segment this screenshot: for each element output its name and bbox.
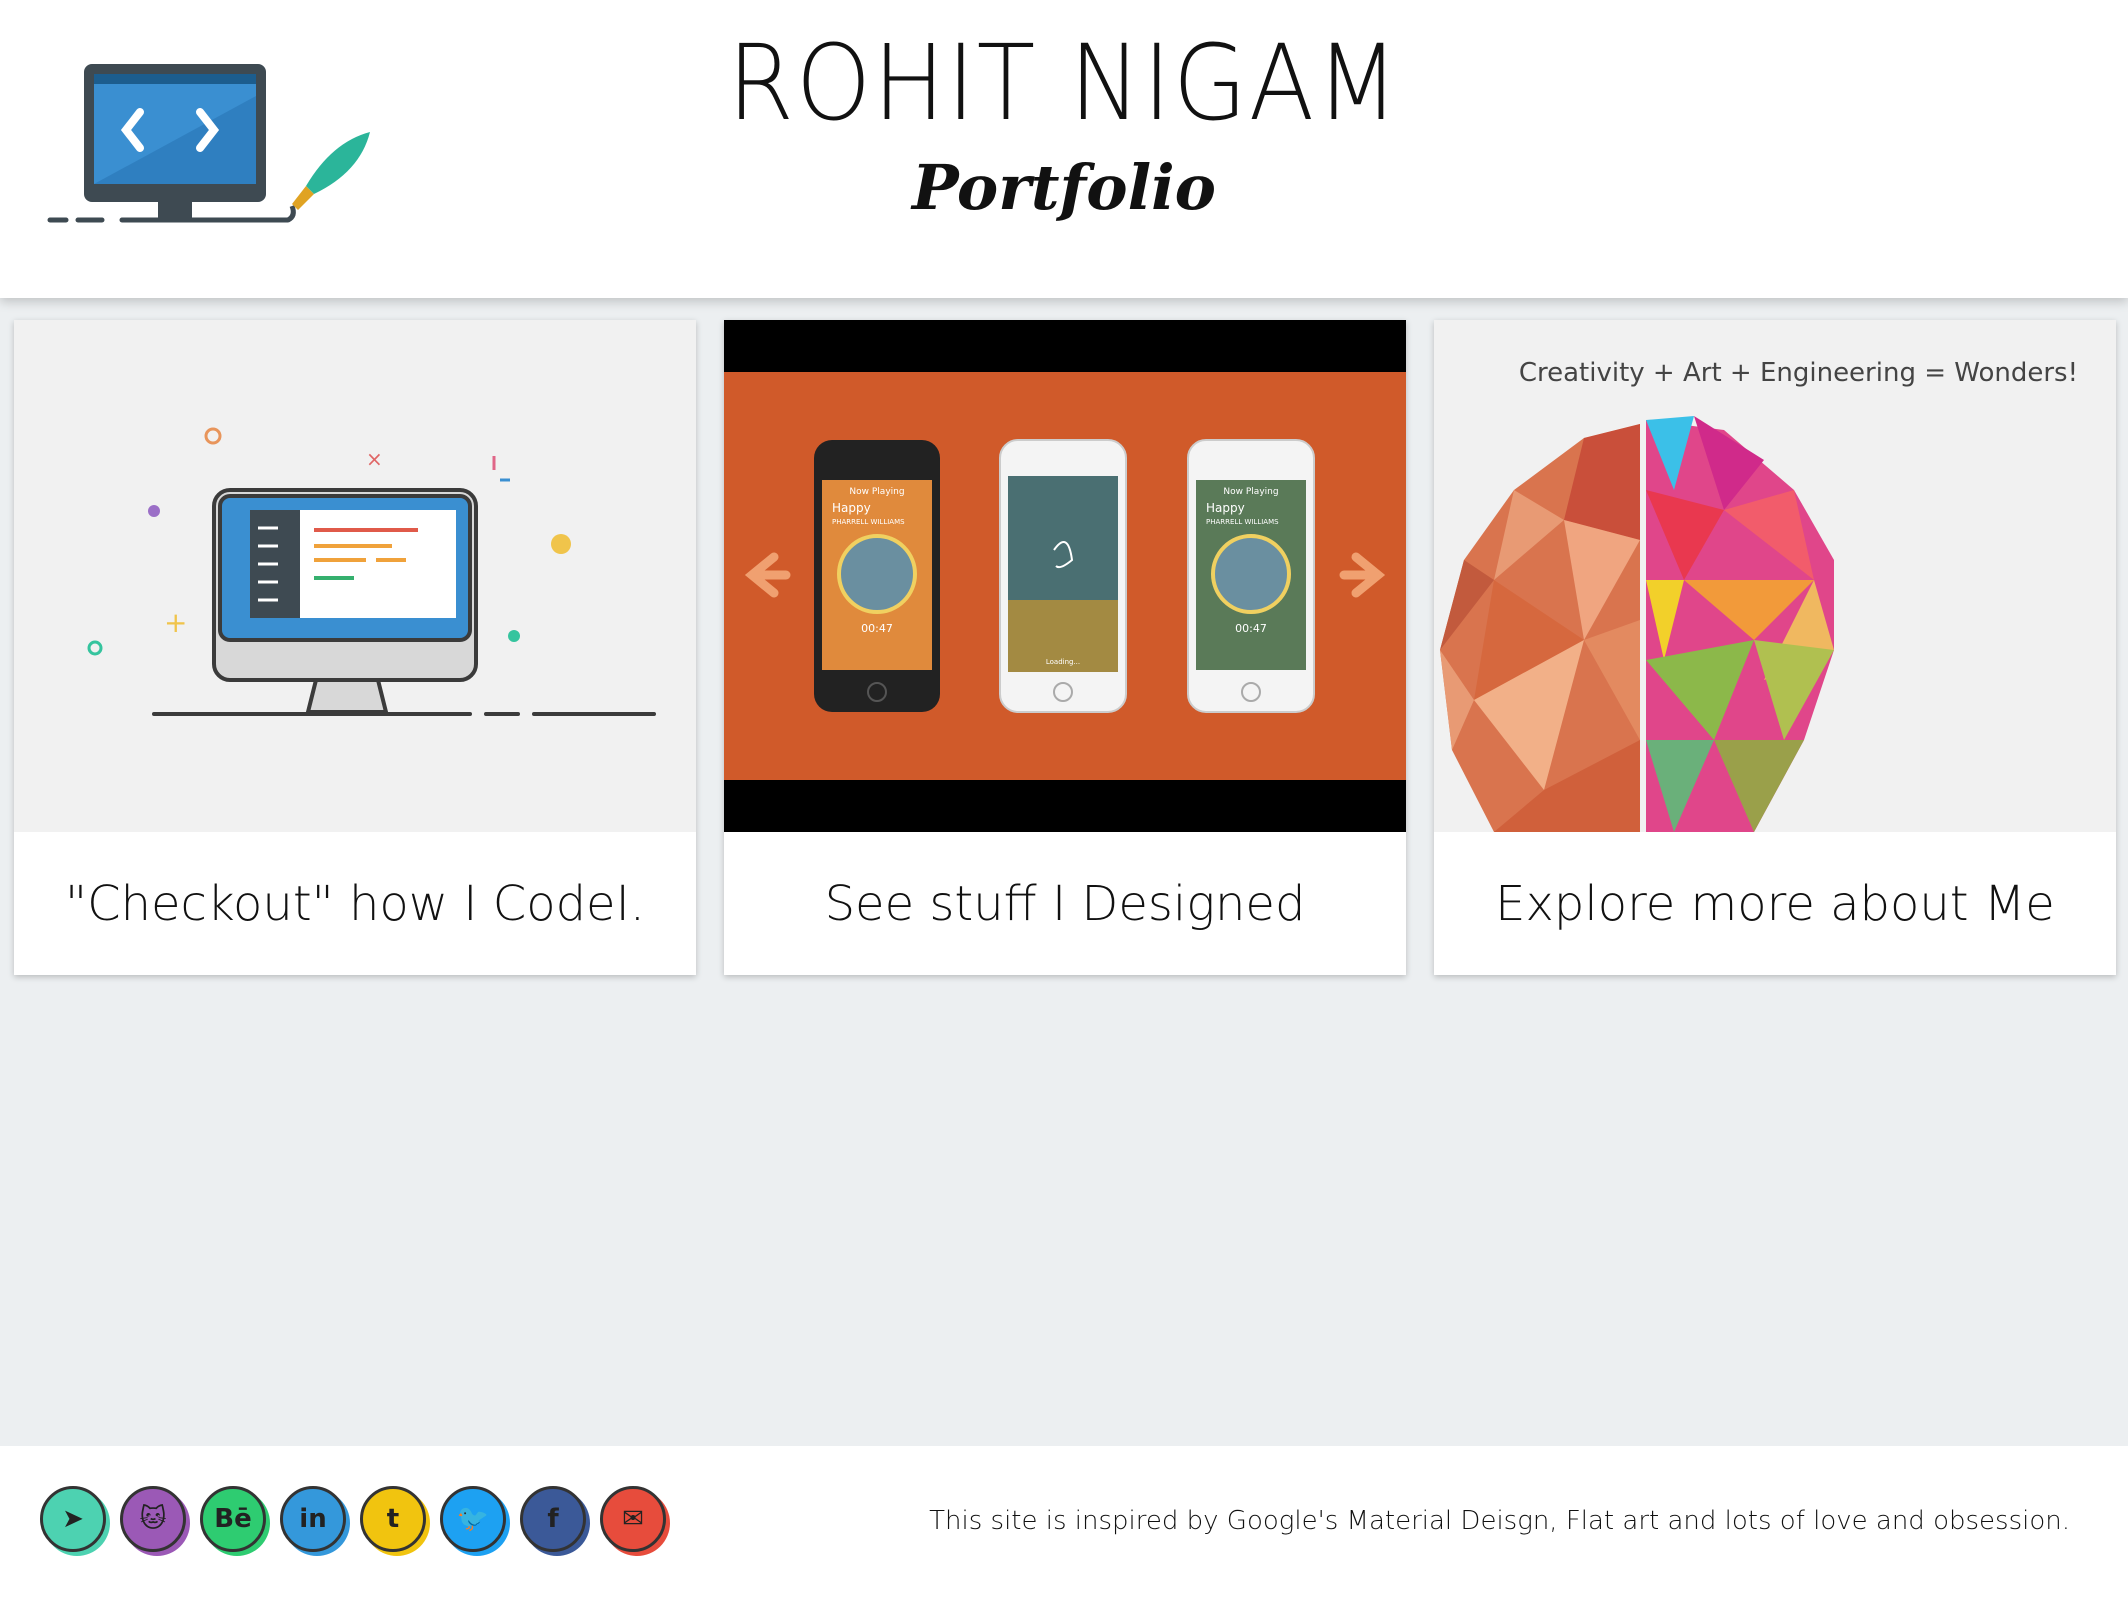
phone3-header: Now Playing [1223, 487, 1278, 497]
tumblr-icon[interactable]: t [360, 1486, 426, 1552]
svg-text:+: + [164, 606, 187, 639]
card-about[interactable]: Creativity + Art + Engineering = Wonders… [1434, 320, 2116, 975]
card-caption[interactable]: Explore more about Me [1434, 832, 2116, 975]
card-tagline: Creativity + Art + Engineering = Wonders… [1518, 358, 2078, 388]
card-caption[interactable]: See stuff I Designed [724, 832, 1406, 975]
site-title: ROHIT NIGAM [727, 22, 1401, 144]
footer-note: This site is inspired by Google's Materi… [929, 1506, 2070, 1536]
card-code[interactable]: × + "Checkout" how I CodeI. [14, 320, 696, 975]
mail-icon[interactable]: ✉ [600, 1486, 666, 1552]
monitor-code-illustration: × + [14, 320, 696, 832]
social-links: ➤ 🐱 Bē in t 🐦 f ✉ [40, 1486, 666, 1552]
site-subtitle: Portfolio [911, 151, 1217, 224]
arrow-right-icon[interactable] [1336, 545, 1396, 605]
phone1-artist: PHARRELL WILLIAMS [832, 518, 905, 526]
phone2-status: Loading... [1046, 658, 1080, 666]
card-caption[interactable]: "Checkout" how I CodeI. [14, 832, 696, 975]
phone3-song: Happy [1206, 501, 1245, 515]
facebook-icon[interactable]: f [520, 1486, 586, 1552]
phone3-artist: PHARRELL WILLIAMS [1206, 518, 1279, 526]
svg-text:×: × [366, 447, 383, 471]
telegram-icon[interactable]: ➤ [40, 1486, 106, 1552]
phone-mockups-slider[interactable]: Now Playing Happy PHARRELL WILLIAMS 00:4… [724, 320, 1406, 832]
polygon-brain-illustration: Creativity + Art + Engineering = Wonders… [1434, 320, 2116, 832]
card-designs[interactable]: Now Playing Happy PHARRELL WILLIAMS 00:4… [724, 320, 1406, 975]
linkedin-icon[interactable]: in [280, 1486, 346, 1552]
phone3-time: 00:47 [1235, 622, 1267, 635]
phone1-song: Happy [832, 501, 871, 515]
phone1-header: Now Playing [849, 487, 904, 497]
site-header: ROHIT NIGAM Portfolio [0, 0, 2128, 298]
behance-icon[interactable]: Bē [200, 1486, 266, 1552]
site-footer: ➤ 🐱 Bē in t 🐦 f ✉ This site is inspired by Goog… [0, 1446, 2128, 1606]
github-icon[interactable]: 🐱 [120, 1486, 186, 1552]
phone1-time: 00:47 [861, 622, 893, 635]
twitter-icon[interactable]: 🐦 [440, 1486, 506, 1552]
arrow-left-icon[interactable] [734, 545, 794, 605]
